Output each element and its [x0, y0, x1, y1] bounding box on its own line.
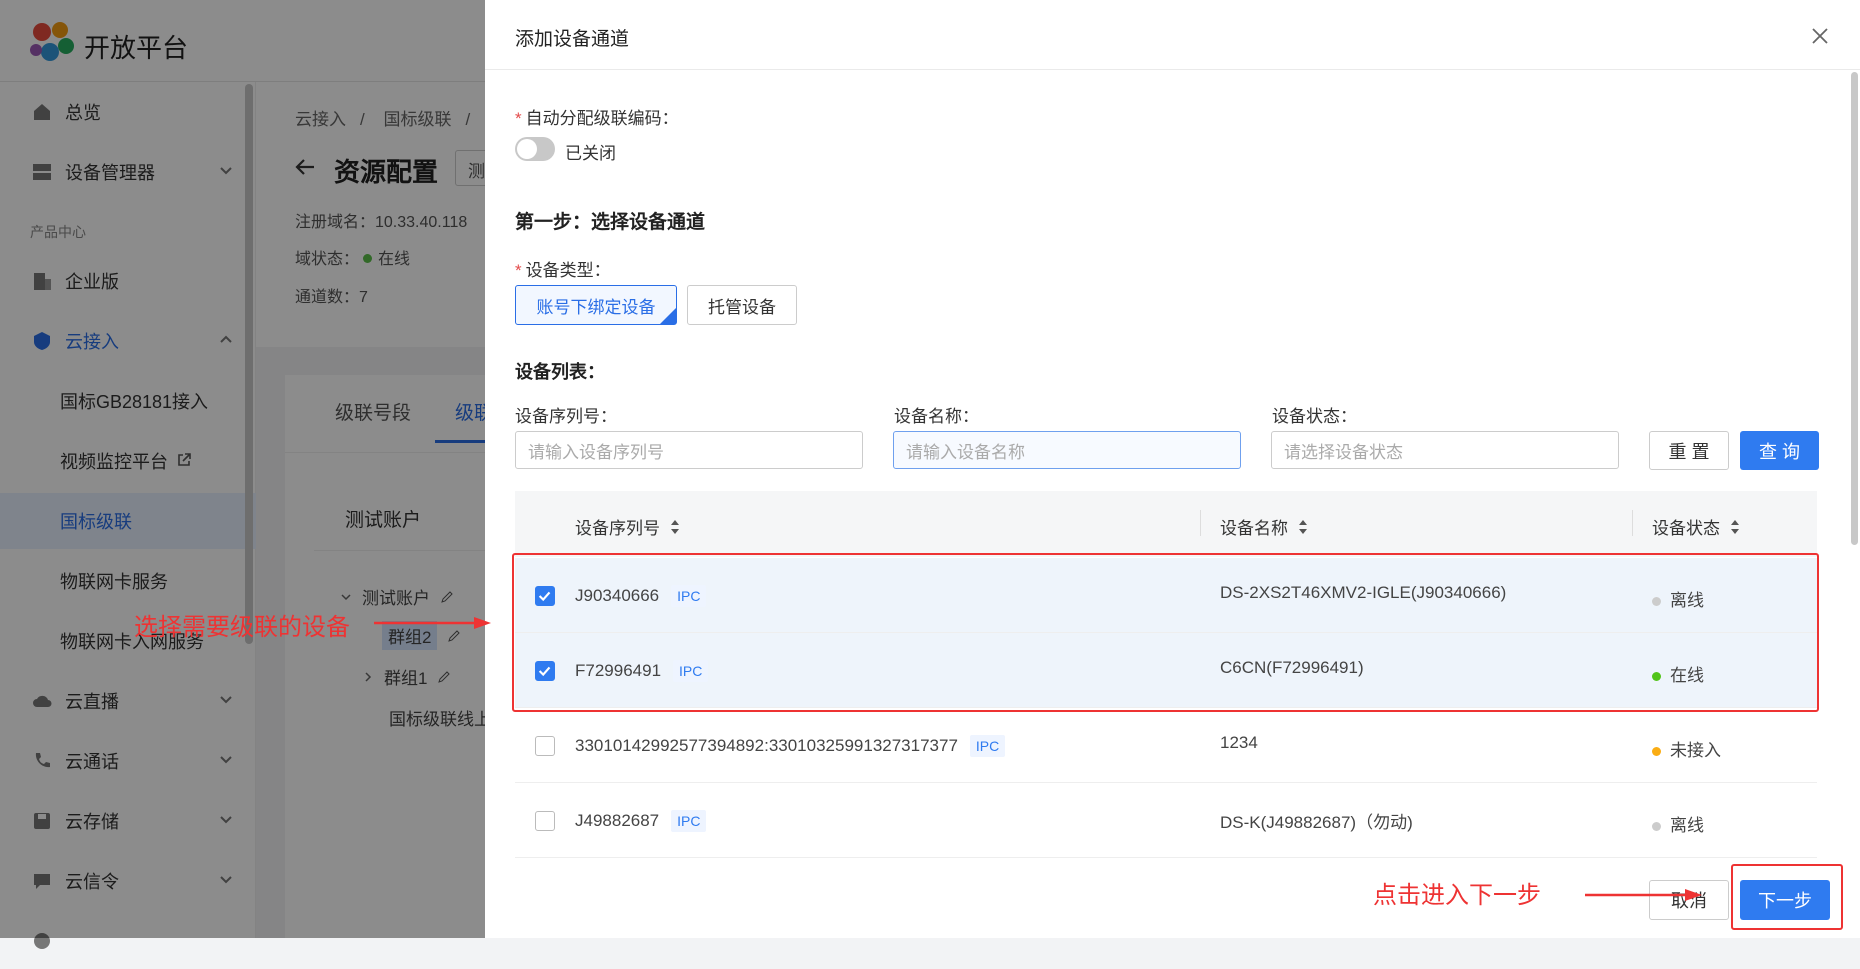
close-icon[interactable]: [1810, 26, 1830, 46]
name-filter-label: 设备名称：: [894, 407, 979, 426]
status-dot-icon: [1652, 822, 1661, 831]
serial-cell: J49882687 IPC: [575, 810, 707, 832]
next-highlight-box: [1731, 864, 1843, 930]
auto-code-switch[interactable]: [515, 137, 555, 161]
query-button[interactable]: 查 询: [1740, 431, 1819, 470]
serial-filter-label: 设备序列号：: [515, 407, 617, 426]
drawer-scrollbar[interactable]: [1851, 72, 1858, 545]
next-hint-annotation: 点击进入下一步: [1373, 882, 1541, 909]
required-mark: *: [515, 109, 522, 128]
status-select[interactable]: 请选择设备状态: [1271, 431, 1619, 469]
required-mark: *: [515, 261, 522, 280]
name-input[interactable]: 请输入设备名称: [893, 431, 1241, 469]
switch-knob: [517, 139, 537, 159]
serial-input[interactable]: 请输入设备序列号: [515, 431, 863, 469]
column-divider: [1632, 510, 1633, 536]
select-hint-annotation: 选择需要级联的设备: [134, 614, 350, 641]
device-type-label: * 设备类型：: [515, 261, 611, 280]
column-status[interactable]: 设备状态: [1652, 514, 1740, 539]
table-header: [515, 491, 1817, 557]
column-name[interactable]: 设备名称: [1220, 514, 1308, 539]
device-list-title: 设备列表：: [515, 362, 605, 382]
sort-icon[interactable]: [1298, 519, 1308, 535]
divider: [485, 69, 1860, 70]
status-filter-label: 设备状态：: [1272, 407, 1357, 426]
sort-icon[interactable]: [670, 519, 680, 535]
row-checkbox[interactable]: [535, 811, 555, 831]
reset-button[interactable]: 重 置: [1649, 431, 1729, 470]
arrow-right-icon: [1585, 889, 1702, 901]
serial-cell: 33010142992577394892:3301032599132731737…: [575, 735, 1006, 757]
row-checkbox[interactable]: [535, 736, 555, 756]
check-corner-icon: [660, 308, 676, 324]
device-type-hosted[interactable]: 托管设备: [687, 285, 797, 325]
switch-status: 已关闭: [565, 144, 616, 163]
device-type-tag: IPC: [969, 735, 1006, 757]
arrow-right-icon: [374, 617, 491, 629]
status-dot-icon: [1652, 747, 1661, 756]
name-cell: 1234: [1220, 733, 1258, 752]
column-serial[interactable]: 设备序列号: [575, 514, 680, 539]
table-row[interactable]: [515, 783, 1817, 858]
selection-highlight-box: [512, 553, 1819, 712]
column-divider: [1200, 510, 1201, 536]
status-cell: 离线: [1652, 811, 1704, 836]
drawer-title: 添加设备通道: [515, 29, 630, 50]
device-type-tag: IPC: [671, 810, 707, 832]
step-title: 第一步：选择设备通道: [515, 212, 706, 233]
name-cell: DS-K(J49882687)（勿动): [1220, 813, 1413, 832]
status-cell: 未接入: [1652, 736, 1721, 761]
device-type-bound[interactable]: 账号下绑定设备: [515, 285, 677, 325]
sort-icon[interactable]: [1730, 519, 1740, 535]
auto-code-label: * 自动分配级联编码：: [515, 109, 679, 128]
